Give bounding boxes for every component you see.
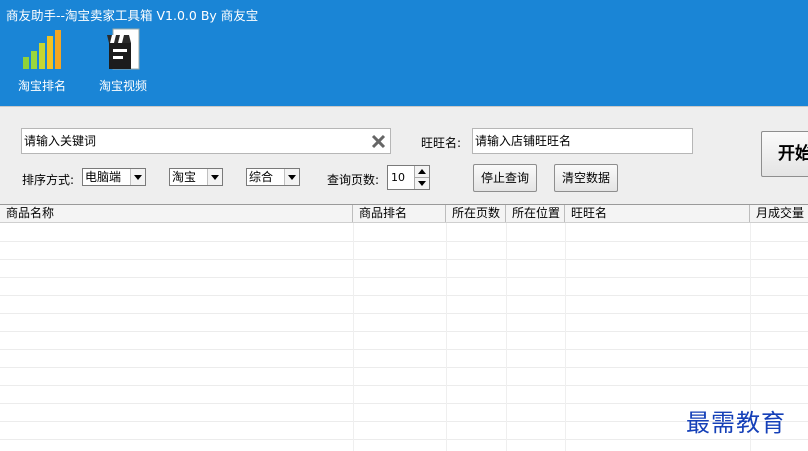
platform-value: 电脑端 [85, 170, 122, 184]
grid-column-line [446, 223, 447, 451]
grid-column-line [506, 223, 507, 451]
grid-row-line [0, 367, 808, 368]
grid-row-line [0, 241, 808, 242]
grid-row-line [0, 439, 808, 440]
chevron-down-icon [130, 169, 145, 185]
toolbar-video-label: 淘宝视频 [98, 79, 147, 93]
clear-keyword-icon[interactable] [371, 134, 386, 149]
toolbar-video-button[interactable]: 淘宝视频 [88, 27, 158, 97]
grid-row-line [0, 385, 808, 386]
chevron-down-icon [207, 169, 222, 185]
column-header-page[interactable]: 所在页数 [446, 205, 506, 222]
stepper-down-button[interactable] [414, 178, 429, 189]
order-select[interactable]: 综合 [246, 168, 300, 186]
query-panel: 请输入关键词 旺旺名: 请输入店铺旺旺名 开始 排序方式: 电脑端 淘宝 综合 … [0, 106, 808, 205]
clear-data-button[interactable]: 清空数据 [554, 164, 618, 192]
grid-row-line [0, 313, 808, 314]
column-header-product-name[interactable]: 商品名称 [0, 205, 353, 222]
app-header: 商友助手--淘宝卖家工具箱 V1.0.0 By 商友宝 淘宝排名 淘宝视频 [0, 0, 808, 106]
stepper-up-button[interactable] [414, 166, 429, 178]
watermark-text: 最需教育 [686, 409, 786, 437]
start-button[interactable]: 开始 [761, 131, 808, 177]
grid-row-line [0, 259, 808, 260]
sort-label: 排序方式: [22, 173, 75, 187]
toolbar-ranking-button[interactable]: 淘宝排名 [7, 27, 77, 97]
clapperboard-icon [107, 28, 140, 70]
grid-row-line [0, 295, 808, 296]
toolbar-ranking-label: 淘宝排名 [17, 79, 66, 93]
wangwang-placeholder: 请输入店铺旺旺名 [475, 134, 572, 148]
column-header-rank[interactable]: 商品排名 [353, 205, 446, 222]
grid-row-line [0, 349, 808, 350]
grid-row-line [0, 331, 808, 332]
keyword-input[interactable]: 请输入关键词 [21, 128, 391, 154]
pages-value: 10 [391, 171, 405, 184]
column-header-position[interactable]: 所在位置 [506, 205, 565, 222]
grid-column-line [353, 223, 354, 451]
wangwang-input[interactable]: 请输入店铺旺旺名 [472, 128, 693, 154]
column-header-wangwang[interactable]: 旺旺名 [565, 205, 750, 222]
site-select[interactable]: 淘宝 [169, 168, 223, 186]
wangwang-label: 旺旺名: [421, 136, 462, 150]
site-value: 淘宝 [172, 170, 197, 184]
pages-stepper[interactable]: 10 [387, 165, 430, 190]
stop-query-button[interactable]: 停止查询 [473, 164, 537, 192]
order-value: 综合 [249, 170, 274, 184]
grid-row-line [0, 277, 808, 278]
bar-chart-icon [23, 30, 61, 69]
chevron-down-icon [418, 181, 426, 186]
chevron-up-icon [418, 169, 426, 174]
window-title: 商友助手--淘宝卖家工具箱 V1.0.0 By 商友宝 [6, 8, 259, 23]
table-header: 商品名称 商品排名 所在页数 所在位置 旺旺名 月成交量 [0, 205, 808, 223]
platform-select[interactable]: 电脑端 [82, 168, 146, 186]
column-header-monthly-sales[interactable]: 月成交量 [750, 205, 808, 222]
pages-label: 查询页数: [327, 173, 380, 187]
chevron-down-icon [284, 169, 299, 185]
keyword-placeholder: 请输入关键词 [24, 134, 97, 148]
grid-column-line [565, 223, 566, 451]
